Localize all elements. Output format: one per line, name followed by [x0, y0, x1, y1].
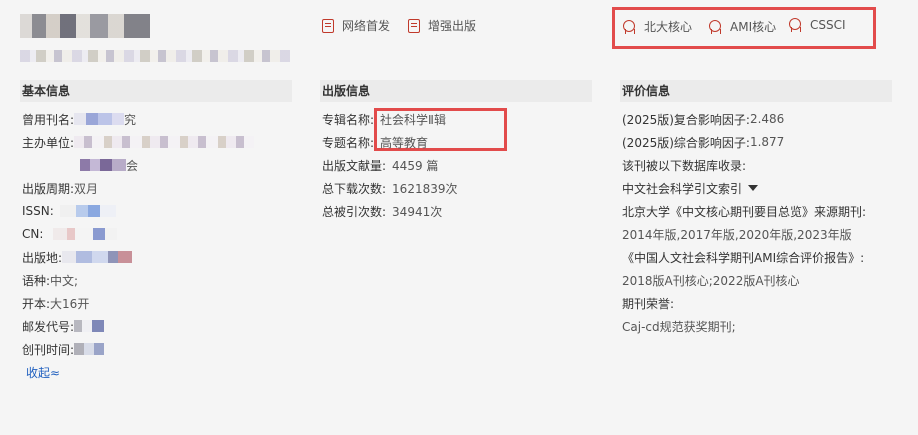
- place-row: 出版地:: [22, 248, 254, 266]
- value: 4459 篇: [392, 158, 439, 173]
- basic-info-list: 曾用刊名: 究 主办单位: 会 出版周期: 双月 ISSN: CN: 出版地: …: [22, 110, 255, 381]
- redacted: [74, 320, 105, 332]
- label: 专辑名称:: [322, 112, 375, 127]
- postcode-row: 邮发代号:: [22, 317, 254, 335]
- founded-row: 创刊时间:: [22, 340, 254, 358]
- format-row: 开本: 大16开: [22, 294, 254, 312]
- articles-row: 出版文献量: 4459 篇: [322, 156, 458, 174]
- honors-row: 期刊荣誉:: [622, 294, 866, 312]
- pku-core-row: 北京大学《中文核心期刊要目总览》来源期刊:: [622, 202, 866, 220]
- sponsor-row: 主办单位:: [22, 133, 255, 151]
- badge-pku-core: 北大核心: [622, 18, 692, 35]
- cycle-row: 出版周期: 双月: [22, 179, 254, 197]
- redacted: [62, 251, 133, 263]
- series-row: 专辑名称: 社会科学Ⅱ辑: [322, 110, 458, 128]
- net-first-label: 网络首发: [342, 19, 391, 33]
- label: (2025版)复合影响因子:: [622, 112, 750, 127]
- caret-down-icon: [748, 185, 759, 191]
- value: 34941次: [392, 204, 443, 219]
- value: Caj-cd规范获奖期刊;: [622, 319, 736, 334]
- value: 高等教育: [380, 135, 429, 150]
- label: 出版周期:: [22, 181, 75, 196]
- value: 1.877: [749, 135, 785, 149]
- ami-years-row: 2018版A刊核心;2022版A刊核心: [622, 271, 866, 289]
- label: 总被引次数:: [322, 204, 387, 219]
- label: 《中国人文社会科学期刊AMI综合评价报告》:: [622, 250, 865, 265]
- pku-years-row: 2014年版,2017年版,2020年版,2023年版: [622, 225, 866, 243]
- collapse-link[interactable]: 收起≈: [26, 364, 60, 381]
- compound-if-row: (2025版)复合影响因子: 2.486: [622, 110, 866, 128]
- language-row: 语种: 中文;: [22, 271, 254, 289]
- overall-if-row: (2025版)综合影响因子: 1.877: [622, 133, 866, 151]
- medal-icon: [708, 19, 722, 34]
- redacted: [59, 205, 116, 217]
- label: 开本:: [22, 296, 51, 311]
- journal-title-redacted: [20, 14, 150, 38]
- value: 1621839次: [392, 181, 458, 196]
- indexed-by-row: 该刊被以下数据库收录:: [622, 156, 866, 174]
- label: 北京大学《中文核心期刊要目总览》来源期刊:: [622, 204, 867, 219]
- label: (2025版)综合影响因子:: [622, 135, 750, 150]
- document-icon: [322, 18, 334, 33]
- ami-report-row: 《中国人文社会科学期刊AMI综合评价报告》:: [622, 248, 866, 266]
- journal-subtitle-redacted: [20, 50, 290, 62]
- basic-info-header: 基本信息: [20, 80, 292, 102]
- publish-info-list: 专辑名称: 社会科学Ⅱ辑 专题名称: 高等教育 出版文献量: 4459 篇 总下…: [322, 110, 458, 220]
- label: ISSN:: [22, 204, 54, 218]
- value: 社会科学Ⅱ辑: [380, 112, 446, 127]
- label: 总下载次数:: [322, 181, 387, 196]
- label: 邮发代号:: [22, 319, 75, 334]
- cn-row: CN:: [22, 225, 254, 243]
- former-name-row: 曾用刊名: 究: [22, 110, 254, 128]
- publish-icon: [408, 18, 420, 33]
- eval-info-list: (2025版)复合影响因子: 2.486 (2025版)综合影响因子: 1.87…: [622, 110, 866, 335]
- value: 会: [126, 158, 139, 173]
- value: 2.486: [749, 112, 785, 126]
- label: 期刊荣誉:: [622, 296, 675, 311]
- enhanced-publish-label: 增强出版: [428, 19, 477, 33]
- value: 2014年版,2017年版,2020年版,2023年版: [622, 227, 852, 242]
- topic-row: 专题名称: 高等教育: [322, 133, 458, 151]
- label: CN:: [22, 227, 44, 241]
- eval-info-header: 评价信息: [620, 80, 892, 102]
- label: 曾用刊名:: [22, 112, 75, 127]
- publish-info-header: 出版信息: [320, 80, 592, 102]
- label: 语种:: [22, 273, 51, 288]
- honors-value-row: Caj-cd规范获奖期刊;: [622, 317, 866, 335]
- badge-cssci: CSSCI: [788, 18, 846, 32]
- label: 中文社会科学引文索引: [622, 181, 743, 196]
- label: 该刊被以下数据库收录:: [622, 158, 747, 173]
- redacted: [80, 159, 126, 171]
- label: 创刊时间:: [22, 342, 75, 357]
- value: 大16开: [50, 296, 90, 311]
- value: 2018版A刊核心;2022版A刊核心: [622, 273, 800, 288]
- redacted: [74, 343, 105, 355]
- redacted: [74, 113, 125, 125]
- value: 双月: [74, 181, 99, 196]
- value: 中文;: [50, 273, 79, 288]
- medal-icon: [788, 18, 802, 32]
- issn-row: ISSN:: [22, 202, 254, 220]
- redacted: [53, 228, 118, 240]
- badge-label: CSSCI: [810, 18, 846, 32]
- collapse-row: 收起≈: [22, 363, 254, 381]
- downloads-row: 总下载次数: 1621839次: [322, 179, 458, 197]
- label: 主办单位:: [22, 135, 75, 150]
- sponsor-row-2: 会: [22, 156, 254, 174]
- medal-icon: [622, 19, 636, 34]
- label: 出版地:: [22, 250, 63, 265]
- label: 出版文献量:: [322, 158, 387, 173]
- net-first-button[interactable]: 网络首发: [322, 17, 390, 34]
- redacted: [74, 136, 255, 148]
- badge-label: AMI核心: [730, 20, 777, 34]
- badge-label: 北大核心: [644, 20, 693, 34]
- cssci-db-dropdown[interactable]: 中文社会科学引文索引: [622, 179, 866, 197]
- enhanced-publish-button[interactable]: 增强出版: [408, 17, 476, 34]
- value: 究: [124, 112, 137, 127]
- label: 专题名称:: [322, 135, 375, 150]
- citations-row: 总被引次数: 34941次: [322, 202, 458, 220]
- badge-ami-core: AMI核心: [708, 18, 776, 35]
